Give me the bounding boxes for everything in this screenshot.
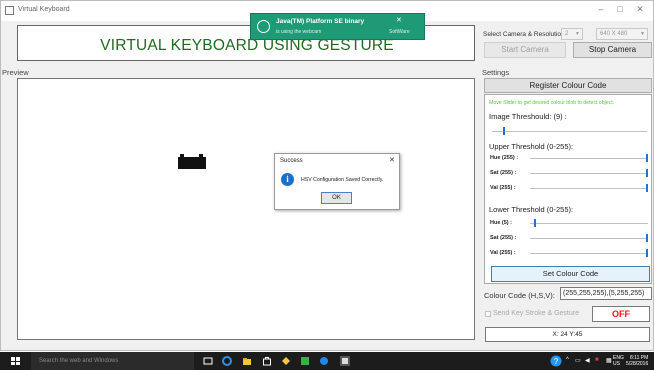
slider-thumb[interactable]: [646, 154, 648, 162]
status-indicator: OFF: [592, 306, 650, 322]
settings-panel: Move Slider to get desired colour blob t…: [484, 94, 652, 284]
select-camera-label: Select Camera & Resolution:: [483, 31, 567, 38]
slider-thumb[interactable]: [646, 234, 648, 242]
svg-text:?: ?: [554, 357, 559, 366]
register-colour-code-button[interactable]: Register Colour Code: [484, 78, 652, 93]
app-window: Virtual Keyboard – □ ✕ VIRTUAL KEYBOARD …: [0, 0, 654, 351]
app-icon: [5, 6, 14, 15]
preview-label: Preview: [2, 68, 29, 77]
settings-label: Settings: [482, 68, 510, 77]
search-placeholder: Search the web and Windows: [39, 358, 119, 364]
notification-app: SoftWare: [389, 29, 410, 35]
coordinates-readout: X: 24 Y:45: [485, 327, 650, 342]
resolution-select[interactable]: 640 X 480 ▼: [596, 28, 648, 40]
upper-sat-label: Sat (255) :: [490, 170, 517, 176]
notification-close-button[interactable]: ✕: [396, 16, 402, 24]
notification-title: Java(TM) Platform SE binary: [276, 18, 365, 25]
java-app-icon[interactable]: [340, 356, 350, 366]
keyboard-icon[interactable]: ▦: [606, 357, 612, 364]
slider-thumb[interactable]: [646, 169, 648, 177]
volume-icon[interactable]: ◀: [585, 357, 590, 364]
ok-button[interactable]: OK: [321, 192, 352, 204]
info-icon: i: [281, 173, 294, 186]
send-key-stroke-label: Send Key Stroke & Gesture: [493, 310, 579, 317]
slider-thumb[interactable]: [646, 249, 648, 257]
notification-subtitle: is using the webcam: [276, 29, 322, 35]
lower-val-slider[interactable]: [530, 253, 648, 254]
webcam-notification[interactable]: Java(TM) Platform SE binary is using the…: [250, 13, 425, 40]
start-camera-button[interactable]: Start Camera: [484, 42, 566, 58]
taskbar: Search the web and Windows ? ^ ▭ ◀ ■ ▦ E…: [0, 352, 654, 370]
notification-flag-icon[interactable]: ■: [595, 357, 599, 363]
file-explorer-icon[interactable]: [242, 356, 252, 366]
task-view-icon[interactable]: [203, 356, 213, 366]
app-pinned-icon[interactable]: [300, 356, 310, 366]
upper-threshold-label: Upper Threshold (0-255):: [489, 142, 574, 151]
close-button[interactable]: ✕: [630, 4, 650, 15]
upper-hue-slider[interactable]: [530, 158, 648, 159]
taskbar-search[interactable]: Search the web and Windows: [31, 352, 194, 370]
clock[interactable]: 8:11 PM 5/28/2016: [626, 355, 648, 367]
slider-thumb[interactable]: [646, 184, 648, 192]
success-dialog: Success ✕ i HSV Configuration Saved Corr…: [274, 153, 400, 210]
language-indicator[interactable]: ENG US: [613, 355, 624, 367]
lower-sat-label: Sat (255) :: [490, 235, 517, 241]
send-key-stroke-checkbox[interactable]: [485, 311, 491, 317]
slider-thumb[interactable]: [503, 127, 506, 135]
preview-panel: [17, 78, 475, 340]
upper-val-label: Val (255) :: [490, 185, 516, 191]
resolution-select-value: 640 X 480: [600, 31, 628, 37]
camera-select-value: 2: [565, 31, 569, 37]
stop-camera-button[interactable]: Stop Camera: [573, 42, 652, 58]
lower-hue-label: Hue (5) :: [490, 220, 512, 226]
app-pinned-icon[interactable]: [281, 356, 291, 366]
lower-threshold-label: Lower Threshold (0-255):: [489, 205, 574, 214]
lower-val-label: Val (255) :: [490, 250, 516, 256]
chevron-down-icon: ▼: [575, 31, 580, 37]
dialog-close-button[interactable]: ✕: [389, 156, 395, 164]
app-pinned-icon[interactable]: [319, 356, 329, 366]
maximize-button[interactable]: □: [610, 4, 630, 14]
slider-thumb[interactable]: [534, 219, 537, 227]
store-icon[interactable]: [262, 356, 272, 366]
lower-sat-slider[interactable]: [530, 238, 648, 239]
upper-val-slider[interactable]: [530, 188, 648, 189]
webcam-icon: [257, 20, 270, 33]
slider-hint: Move Slider to get desired colour blob t…: [489, 100, 615, 106]
image-threshold-slider[interactable]: [492, 131, 647, 132]
edge-browser-icon[interactable]: [222, 356, 232, 366]
set-colour-code-button[interactable]: Set Colour Code: [491, 266, 650, 282]
colour-code-field[interactable]: (255,255,255),(5,255,255): [560, 287, 652, 300]
windows-start-icon[interactable]: [11, 357, 20, 365]
upper-hue-label: Hue (255) :: [490, 155, 519, 161]
upper-sat-slider[interactable]: [530, 173, 648, 174]
clock-date: 5/28/2016: [626, 361, 649, 367]
camera-select[interactable]: 2 ▼: [561, 28, 583, 40]
chevron-up-icon[interactable]: ^: [566, 357, 569, 363]
help-icon[interactable]: ?: [550, 355, 562, 367]
network-icon[interactable]: ▭: [575, 357, 581, 364]
chevron-down-icon: ▼: [640, 31, 645, 37]
window-title: Virtual Keyboard: [18, 6, 70, 13]
colour-code-label: Colour Code (H,S,V):: [484, 291, 555, 300]
dialog-message: HSV Configuration Saved Correctly.: [301, 177, 384, 183]
region-code: US: [613, 361, 620, 367]
minimize-button[interactable]: –: [591, 4, 611, 14]
dialog-title: Success: [280, 158, 303, 164]
colour-blob: [178, 157, 206, 169]
image-threshold-label: Image Threshould: (9) :: [489, 112, 567, 121]
lower-hue-slider[interactable]: [530, 223, 648, 224]
